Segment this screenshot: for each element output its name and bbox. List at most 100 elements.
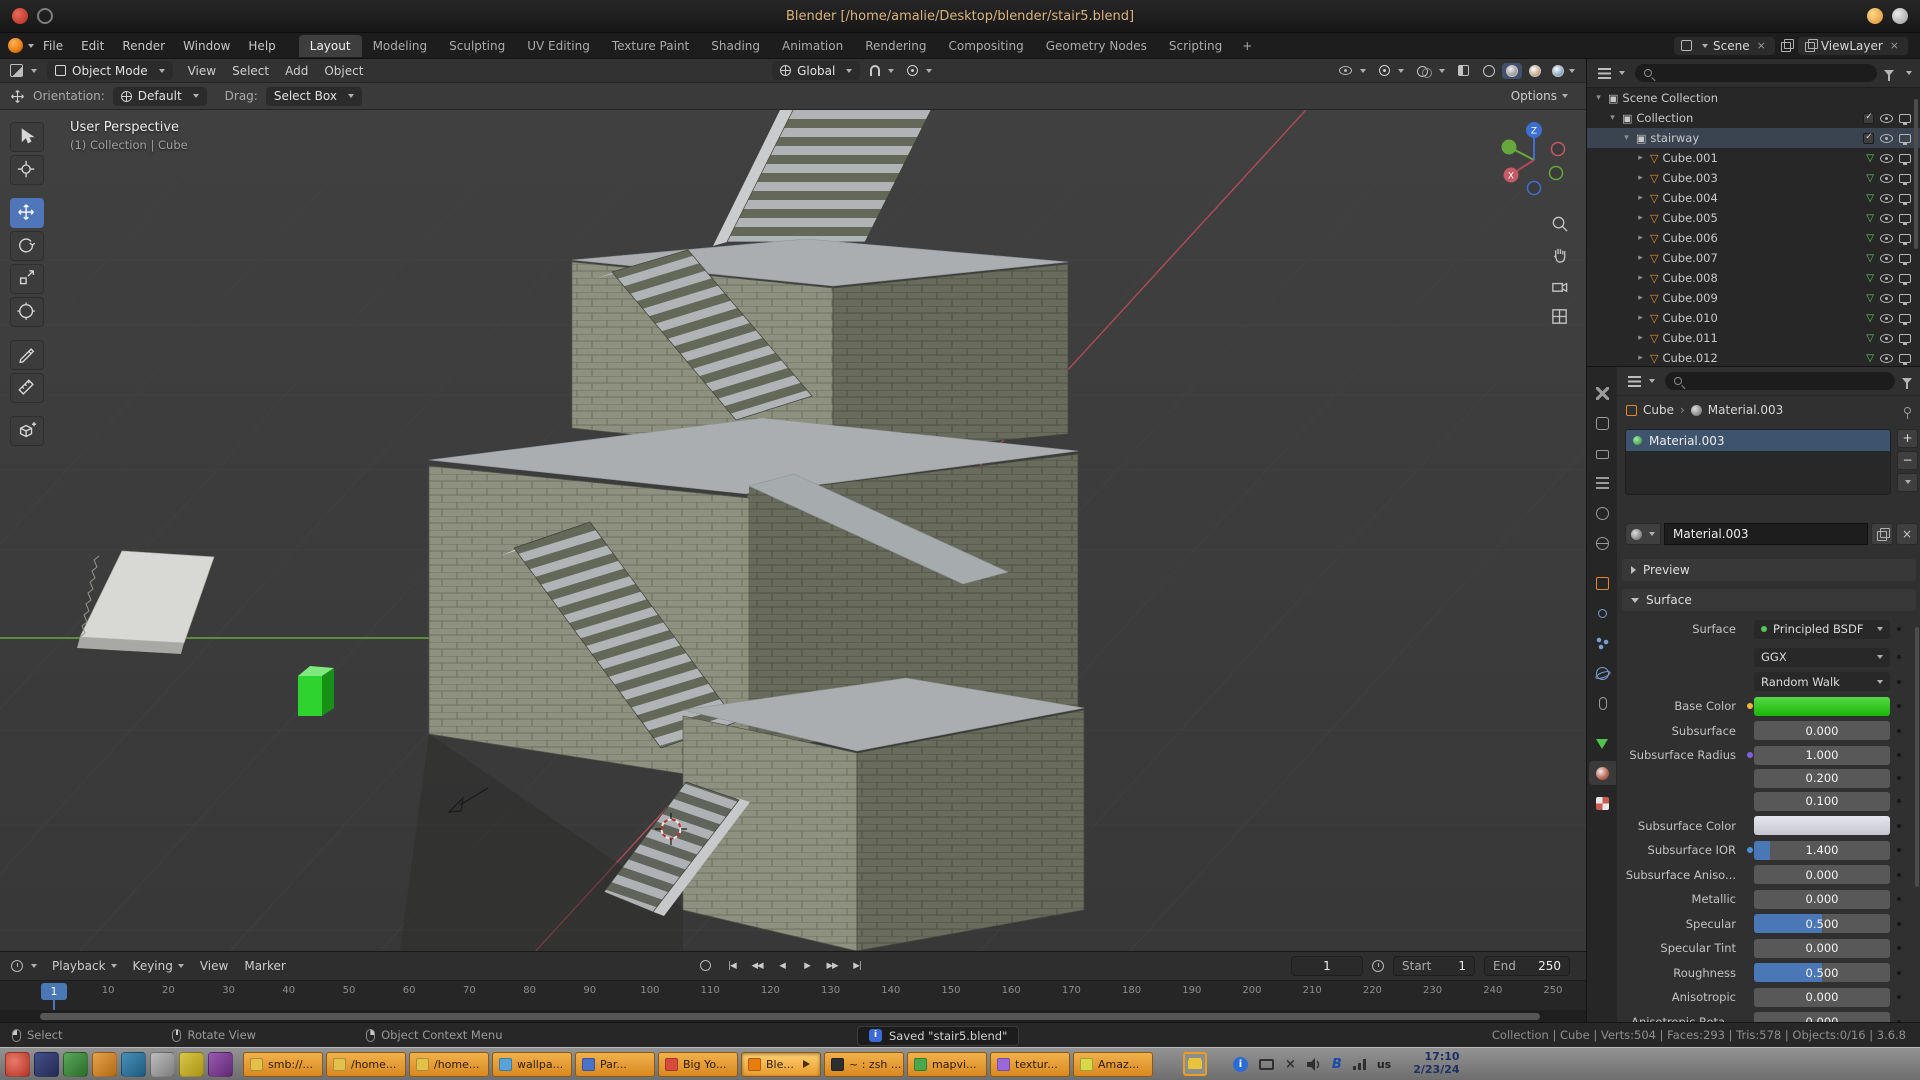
animate-dot[interactable] (1897, 897, 1901, 901)
move-tool-button[interactable] (10, 198, 44, 228)
disable-in-viewports-icon[interactable] (1899, 214, 1911, 223)
gizmo-minus-z-axis[interactable] (1528, 182, 1541, 195)
gizmos-toggle[interactable] (1376, 63, 1407, 78)
measure-tool-button[interactable] (10, 373, 44, 403)
editor-type-button[interactable] (7, 62, 40, 79)
tray-info-icon[interactable]: i (1233, 1057, 1248, 1072)
add-slot-button[interactable]: + (1897, 429, 1918, 448)
animate-dot[interactable] (1897, 655, 1901, 659)
viewport-3d[interactable]: User Perspective (1) Collection | Cube Z… (0, 110, 1586, 951)
viewport-menu-object[interactable]: Object (316, 62, 371, 80)
orientation-setting-dropdown[interactable]: Default (113, 87, 207, 106)
new-material-button[interactable] (1871, 523, 1893, 545)
tab-texture-paint[interactable]: Texture Paint (601, 35, 700, 57)
disclosure-icon[interactable]: ▸ (1635, 333, 1646, 343)
prop-widget-anisotropic[interactable]: 0.000 (1754, 988, 1890, 1007)
app-launcher-icon-6[interactable] (150, 1052, 175, 1077)
menu-file[interactable]: File (34, 36, 72, 56)
properties-tab-material[interactable] (1589, 761, 1616, 785)
material-name-field[interactable]: Material.003 (1664, 523, 1868, 545)
next-keyframe-button[interactable]: ▶▶ (822, 956, 842, 976)
tab-geometry-nodes[interactable]: Geometry Nodes (1035, 35, 1158, 57)
app-launcher-icon-8[interactable] (208, 1052, 233, 1077)
decorator-dot[interactable] (1747, 703, 1753, 709)
shading-material-button[interactable] (1525, 63, 1545, 79)
properties-tab-scene[interactable] (1589, 501, 1616, 525)
hide-in-viewport-icon[interactable] (1880, 194, 1893, 203)
outliner-row-cube-010[interactable]: ▸▽Cube.010▽ (1587, 308, 1920, 328)
animate-dot[interactable] (1897, 848, 1901, 852)
disclosure-icon[interactable]: ▸ (1635, 193, 1646, 203)
outliner-row-collection[interactable]: ▾▣Collection (1587, 108, 1920, 128)
disable-in-viewports-icon[interactable] (1899, 114, 1911, 123)
zoom-button[interactable] (1546, 210, 1572, 236)
slot-specials-button[interactable] (1897, 473, 1918, 492)
new-scene-icon[interactable] (1781, 40, 1792, 51)
unlink-material-button[interactable]: × (1896, 523, 1918, 545)
hide-in-viewport-icon[interactable] (1880, 154, 1893, 163)
collection-checkbox[interactable] (1863, 113, 1874, 124)
properties-tab-world[interactable] (1589, 531, 1616, 555)
add-cube-tool-button[interactable] (10, 416, 44, 446)
play-reverse-button[interactable]: ◀ (772, 956, 792, 976)
hide-in-viewport-icon[interactable] (1880, 314, 1893, 323)
disclosure-icon[interactable]: ▾ (1593, 93, 1604, 103)
animate-dot[interactable] (1897, 753, 1901, 757)
pin-icon[interactable] (1904, 407, 1911, 414)
collection-checkbox[interactable] (1863, 133, 1874, 144)
properties-search-input[interactable] (1665, 372, 1895, 390)
disable-in-viewports-icon[interactable] (1899, 194, 1911, 203)
disable-in-viewports-icon[interactable] (1899, 314, 1911, 323)
annotate-tool-button[interactable] (10, 340, 44, 370)
tab-scripting[interactable]: Scripting (1158, 35, 1233, 57)
hide-in-viewport-icon[interactable] (1880, 174, 1893, 183)
timeline-ruler[interactable]: 1 10203040506070809010011012013014015016… (0, 980, 1586, 1010)
mode-dropdown[interactable]: Object Mode (47, 61, 173, 80)
play-button[interactable]: ▶ (797, 956, 817, 976)
rotate-tool-button[interactable] (10, 231, 44, 261)
viewport-scene[interactable] (0, 110, 1586, 951)
properties-tab-modifiers[interactable] (1589, 601, 1616, 625)
tray-cut-icon[interactable]: × (1285, 1057, 1296, 1072)
viewport-menu-view[interactable]: View (180, 62, 224, 80)
disclosure-icon[interactable]: ▾ (1607, 113, 1618, 123)
material-slot-list[interactable]: Material.003 (1625, 429, 1891, 495)
add-workspace-button[interactable]: + (1233, 37, 1261, 55)
visibility-dropdown[interactable] (1336, 64, 1369, 77)
disable-in-viewports-icon[interactable] (1899, 274, 1911, 283)
menu-window[interactable]: Window (174, 36, 239, 56)
properties-tab-constraints[interactable] (1589, 691, 1616, 715)
prop-widget-roughness[interactable]: 0.500 (1754, 963, 1890, 982)
disable-in-viewports-icon[interactable] (1899, 334, 1911, 343)
shading-rendered-button[interactable] (1548, 63, 1579, 79)
window-menu-icon[interactable] (37, 8, 53, 24)
browse-material-button[interactable] (1625, 523, 1661, 545)
transform-tool-button[interactable] (10, 297, 44, 327)
taskbar-button-home[interactable]: /home... (409, 1052, 489, 1077)
breadcrumb-material[interactable]: Material.003 (1708, 403, 1783, 417)
disable-in-viewports-icon[interactable] (1899, 254, 1911, 263)
shading-solid-button[interactable] (1502, 63, 1522, 79)
outliner-row-cube-006[interactable]: ▸▽Cube.006▽ (1587, 228, 1920, 248)
properties-tab-physics[interactable] (1589, 661, 1616, 685)
jump-to-start-button[interactable]: |◀ (722, 956, 742, 976)
transform-orientation-dropdown[interactable]: Global (772, 61, 860, 80)
close-button[interactable] (1892, 8, 1908, 24)
outliner-row-cube-004[interactable]: ▸▽Cube.004▽ (1587, 188, 1920, 208)
animate-dot[interactable] (1897, 922, 1901, 926)
camera-view-button[interactable] (1546, 272, 1572, 298)
prop-widget-subsurface-ior[interactable]: 1.400 (1754, 841, 1890, 860)
tab-compositing[interactable]: Compositing (937, 35, 1034, 57)
prop-widget-specular-tint[interactable]: 0.000 (1754, 939, 1890, 958)
animate-dot[interactable] (1897, 995, 1901, 999)
green-cube-object[interactable] (298, 666, 334, 716)
properties-tab-object[interactable] (1589, 571, 1616, 595)
prev-keyframe-button[interactable]: ◀◀ (747, 956, 767, 976)
timeline-scrollbar[interactable] (40, 1013, 1540, 1020)
animate-dot[interactable] (1897, 799, 1901, 803)
animate-dot[interactable] (1897, 946, 1901, 950)
properties-tab-output[interactable] (1589, 441, 1616, 465)
hide-in-viewport-icon[interactable] (1880, 354, 1893, 363)
tab-sculpting[interactable]: Sculpting (438, 35, 516, 57)
decorator-dot[interactable] (1747, 752, 1753, 758)
